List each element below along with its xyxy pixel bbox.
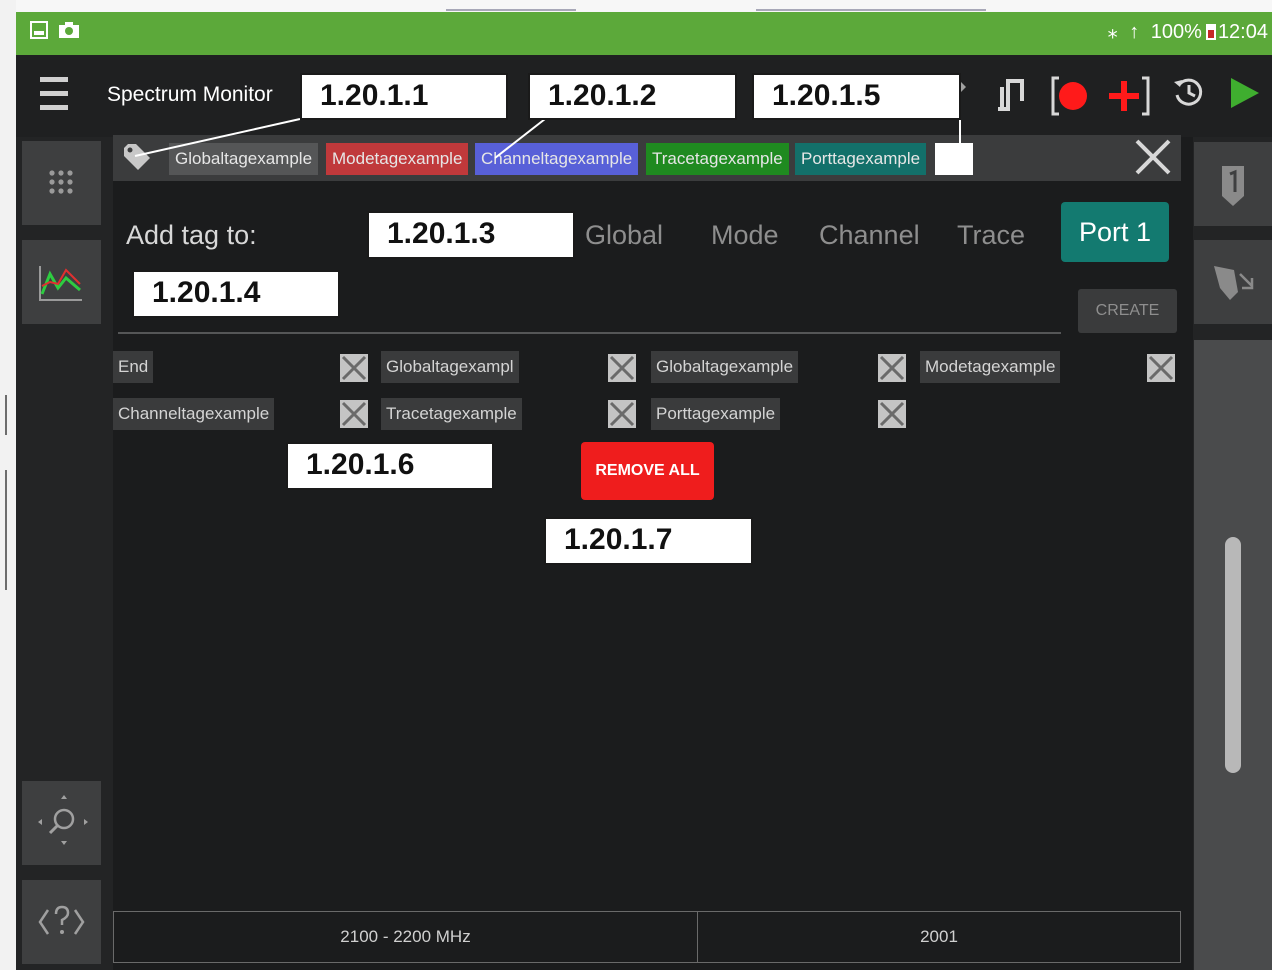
remove-tag-icon[interactable]: [877, 353, 907, 383]
menu-icon[interactable]: [40, 77, 68, 115]
help-button[interactable]: [22, 880, 101, 964]
history-icon[interactable]: [1170, 75, 1206, 120]
target-global[interactable]: Global: [585, 218, 663, 252]
sweep-trigger-icon[interactable]: [992, 75, 1028, 124]
left-rail: [16, 137, 113, 970]
target-mode[interactable]: Mode: [711, 218, 779, 252]
callout-label: 1.20.1.2: [528, 73, 737, 120]
remove-tag-icon[interactable]: [339, 399, 369, 429]
pan-zoom-button[interactable]: [22, 781, 101, 865]
callout-label: 1.20.1.6: [286, 442, 494, 490]
window-left-edge: [0, 0, 16, 970]
close-icon[interactable]: [1131, 135, 1175, 179]
scroll-track[interactable]: [1194, 340, 1272, 970]
window-top-strip: [16, 0, 1272, 12]
callout-label: 1.20.1.7: [544, 517, 753, 565]
scrollbar-thumb[interactable]: [1225, 537, 1241, 773]
callout-label: 1.20.1.1: [300, 73, 508, 120]
tag-list-item: Channeltagexample: [113, 398, 275, 430]
edge-mark: [5, 395, 7, 435]
callout-label: 1.20.1.3: [367, 211, 575, 259]
remove-tag-icon[interactable]: [339, 353, 369, 383]
target-channel[interactable]: Channel: [819, 218, 920, 252]
tag-list-item: End: [113, 351, 154, 383]
marker-peak-button[interactable]: [1194, 240, 1272, 324]
tag-list-item: Globaltagexampl: [381, 351, 519, 383]
record-button[interactable]: [1048, 75, 1098, 128]
tag-chip-port[interactable]: Porttagexample: [795, 143, 927, 175]
bluetooth-icon: ⁎: [1107, 21, 1118, 43]
tag-list-item: Modetagexample: [920, 351, 1061, 383]
edge-mark: [5, 470, 7, 590]
tag-chip-channel[interactable]: Channeltagexample: [475, 143, 639, 175]
tag-chip-mode[interactable]: Modetagexample: [326, 143, 469, 175]
gallery-icon: [30, 21, 48, 44]
remove-tag-icon[interactable]: [607, 399, 637, 429]
tag-list-item: Globaltagexample: [651, 351, 799, 383]
battery-icon: [1205, 24, 1216, 40]
status-footer: 2100 - 2200 MHz 2001: [113, 911, 1181, 963]
callout-label: 1.20.1.4: [132, 270, 340, 318]
add-marker-button[interactable]: [1106, 75, 1152, 128]
tag-list-item: Tracetagexample: [381, 398, 522, 430]
keypad-button[interactable]: [22, 141, 101, 225]
frequency-range[interactable]: 2100 - 2200 MHz: [114, 912, 697, 962]
tag-list-item: Porttagexample: [651, 398, 781, 430]
edge-mark: [446, 9, 576, 11]
target-port-1[interactable]: Port 1: [1061, 202, 1169, 262]
wifi-icon: ↑: [1129, 21, 1140, 43]
tag-chip-trace[interactable]: Tracetagexample: [646, 143, 789, 175]
divider: [118, 332, 1061, 334]
remove-tag-icon[interactable]: [1146, 353, 1176, 383]
target-trace[interactable]: Trace: [957, 218, 1025, 252]
tag-bar: Globaltagexample Modetagexample Channelt…: [113, 135, 1181, 181]
android-status-bar: ⁎ ↑ 100% 12:04: [16, 12, 1272, 55]
right-rail: [1193, 137, 1272, 970]
clock: 12:04: [1217, 21, 1268, 43]
tag-icon: [122, 144, 152, 172]
remove-all-button[interactable]: REMOVE ALL: [581, 442, 714, 500]
status-right: ⁎ ↑ 100% 12:04: [1102, 20, 1268, 44]
spectrum-view-button[interactable]: [22, 240, 101, 324]
play-button[interactable]: [1226, 75, 1262, 122]
app-title: Spectrum Monitor: [107, 83, 273, 106]
spectrum-monitor-app: ⁎ ↑ 100% 12:04 Spectrum Monitor Globalta…: [16, 12, 1272, 970]
edge-mark: [756, 9, 986, 11]
create-button[interactable]: CREATE: [1078, 289, 1177, 333]
marker-1-button[interactable]: [1194, 142, 1272, 226]
remove-tag-icon[interactable]: [607, 353, 637, 383]
callout-label: 1.20.1.5: [752, 73, 961, 120]
remove-tag-icon[interactable]: [877, 399, 907, 429]
camera-icon: [58, 21, 80, 44]
battery-percent: 100%: [1150, 21, 1202, 43]
footer-value[interactable]: 2001: [698, 912, 1180, 962]
tag-chip-global[interactable]: Globaltagexample: [169, 143, 319, 175]
tag-input-blank[interactable]: [935, 143, 973, 175]
add-tag-label: Add tag to:: [126, 220, 257, 250]
